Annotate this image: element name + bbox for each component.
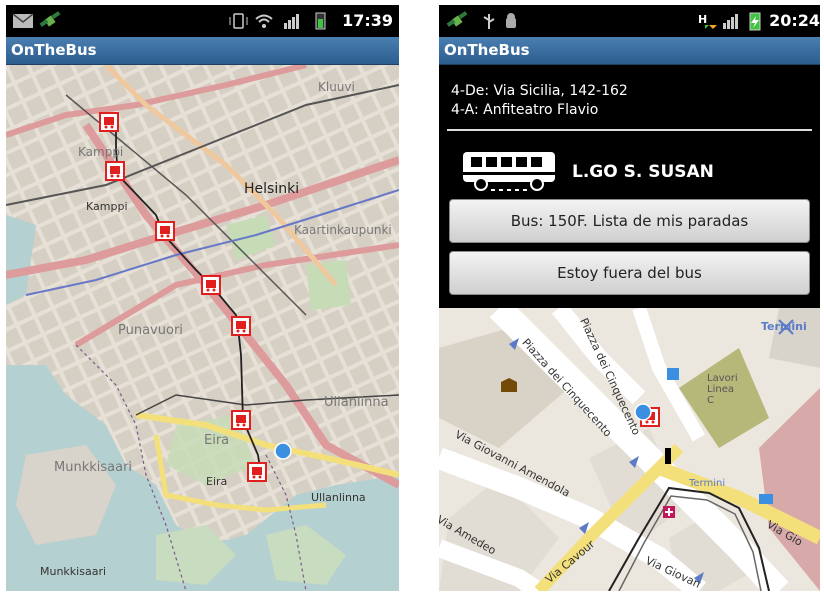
taxi-icon	[759, 494, 773, 504]
pharmacy-icon	[663, 506, 675, 518]
battery-charging-icon	[749, 12, 761, 31]
satellite-icon	[39, 11, 61, 27]
app-title: OnTheBus	[444, 41, 530, 59]
map-view[interactable]: Termini Termini Lavori Linea C Piazza de…	[439, 308, 820, 591]
map-label-termini-2: Termini	[689, 478, 726, 489]
my-location-marker	[634, 403, 652, 421]
status-time: 20:24	[769, 11, 820, 30]
status-time: 17:39	[342, 11, 393, 30]
map-label-lavori: Lavori Linea C	[707, 373, 738, 406]
map-label-eira-2: Eira	[206, 475, 228, 488]
map-label-kaartinkaupunki: Kaartinkaupunki	[294, 223, 392, 237]
map-label-ullanlinna-2: Ullanlinna	[311, 491, 366, 504]
trip-info-panel: 4-De: Via Sicilia, 142-162 4-A: Anfiteat…	[439, 65, 820, 308]
off-bus-button[interactable]: Estoy fuera del bus	[449, 251, 810, 295]
data-transfer-icon: H	[698, 13, 717, 29]
traffic-light-icon	[665, 448, 671, 464]
route-destination: 4-A: Anfiteatro Flavio	[451, 102, 599, 118]
map-label-eira: Eira	[204, 433, 230, 448]
map-label-termini: Termini	[761, 320, 807, 333]
map-label-kamppi: Kamppi	[78, 145, 124, 159]
signal-icon	[284, 14, 299, 29]
map-label-kluuvi: Kluuvi	[318, 80, 355, 94]
route-origin: 4-De: Via Sicilia, 142-162	[451, 83, 628, 99]
left-phone-screen: 17:39 OnTheBus Helsinki Kamppi Kamppi Ka…	[6, 5, 399, 591]
battery-icon	[315, 12, 326, 30]
status-bar: H 20:24	[439, 5, 820, 37]
my-stops-button[interactable]: Bus: 150F. Lista de mis paradas	[449, 199, 810, 243]
map-label-kamppi-2: Kamppi	[86, 200, 128, 213]
my-location-marker	[274, 442, 292, 460]
bus-icon	[463, 152, 555, 191]
usb-icon	[483, 14, 495, 29]
map-canvas[interactable]	[6, 65, 399, 591]
next-stop-row: L.GO S. SUSAN	[461, 147, 820, 197]
map-view[interactable]: Helsinki Kamppi Kamppi Kaartinkaupunki K…	[6, 65, 399, 591]
vibrate-icon	[229, 13, 248, 29]
map-label-munkkisaari: Munkkisaari	[54, 460, 133, 475]
map-label-punavuori: Punavuori	[118, 323, 183, 338]
android-debug-icon	[506, 13, 516, 28]
map-label-munkkisaari-2: Munkkisaari	[40, 565, 107, 578]
signal-icon	[723, 14, 738, 29]
status-bar: 17:39	[6, 5, 399, 37]
mail-icon	[12, 13, 34, 28]
separator	[447, 129, 812, 131]
satellite-icon	[446, 11, 468, 27]
next-stop-name: L.GO S. SUSAN	[572, 162, 714, 182]
wifi-icon	[255, 14, 273, 28]
app-title: OnTheBus	[11, 41, 97, 59]
map-label-city: Helsinki	[244, 181, 300, 197]
bus-stop-icon	[667, 368, 679, 380]
app-title-bar: OnTheBus	[6, 37, 399, 65]
right-phone-screen: H 20:24 OnTheBus 4-De: Via Sicilia, 142-…	[439, 5, 820, 591]
svg-text:H: H	[698, 13, 707, 26]
app-title-bar: OnTheBus	[439, 37, 820, 65]
map-label-ullanlinna: Ullanlinna	[324, 395, 389, 410]
